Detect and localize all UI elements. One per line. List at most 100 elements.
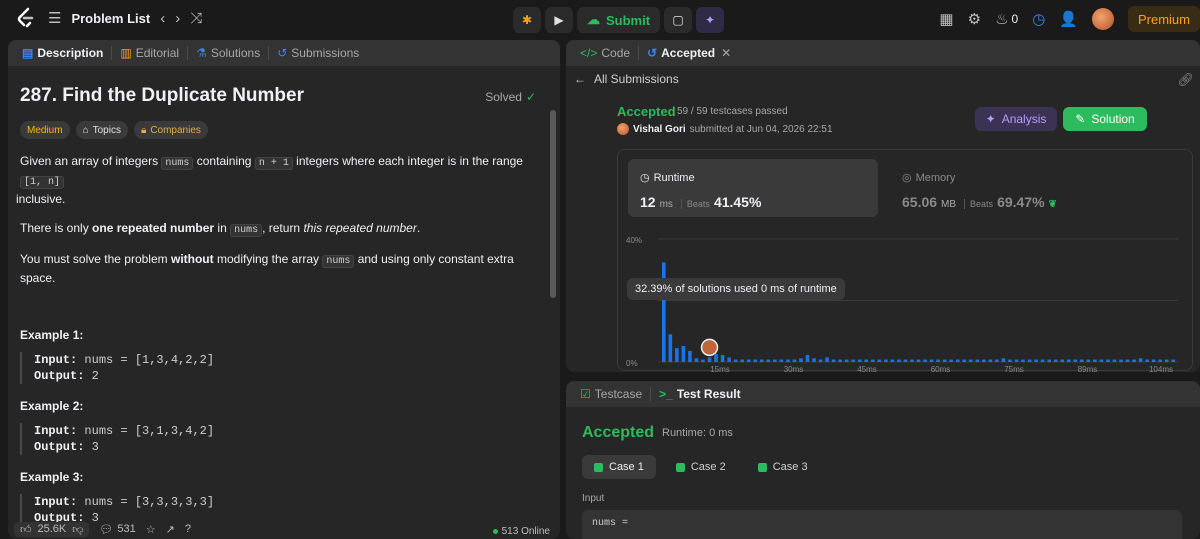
arrow-left-icon: ←	[574, 72, 586, 86]
tab-divider	[111, 46, 113, 60]
chart-bar	[857, 359, 862, 362]
thumbs-down-icon[interactable]: 👎︎	[72, 523, 83, 536]
analysis-button[interactable]: ✦ Analysis	[975, 107, 1057, 131]
case-tabs: Case 1 Case 2 Case 3	[582, 455, 820, 479]
chart-bar	[1158, 359, 1162, 362]
chart-bar	[1145, 359, 1149, 362]
tab-testcase[interactable]: ☑ Testcase	[576, 387, 646, 401]
solved-badge: Solved ✓	[485, 90, 536, 104]
case-tab-1[interactable]: Case 1	[582, 455, 656, 479]
tag-icon: ⌂	[82, 124, 89, 136]
companies-chip[interactable]: 🔒︎ Companies	[133, 121, 208, 139]
ai-button[interactable]: ✦	[696, 7, 725, 33]
online-indicator: 513 Online	[492, 526, 550, 537]
chart-bar	[799, 358, 803, 362]
chart-bar	[1014, 359, 1019, 362]
case-tab-3[interactable]: Case 3	[746, 455, 820, 479]
chart-bar	[975, 359, 980, 362]
example-output: Output: 2	[34, 368, 540, 384]
share-icon[interactable]: ↗	[166, 523, 175, 536]
history-icon: ↺	[277, 46, 288, 60]
runtime-beats: 41.45%	[713, 194, 762, 210]
inline-code: [1, n]	[20, 176, 65, 189]
chevron-left-icon[interactable]: ‹	[160, 10, 165, 27]
chart-bar	[759, 359, 764, 362]
runtime-card[interactable]: ◷ Runtime 12 ms Beats 41.45%	[628, 159, 878, 217]
chart-bar	[753, 359, 758, 362]
close-icon[interactable]: ✕	[721, 46, 731, 60]
text: integers where each integer is in the ra…	[292, 154, 523, 168]
case-tab-2[interactable]: Case 2	[664, 455, 738, 479]
tab-test-result[interactable]: >_ Test Result	[655, 387, 744, 401]
gear-icon[interactable]: ⚙	[968, 10, 981, 28]
layout-icon[interactable]: ▦	[939, 10, 953, 28]
back-to-submissions[interactable]: ← All Submissions	[574, 72, 679, 86]
add-user-icon[interactable]: 👤	[1059, 10, 1078, 28]
memory-card[interactable]: ◎ Memory 65.06 MB Beats 69.47% ❦	[890, 159, 1140, 217]
notes-button[interactable]: ▢	[664, 7, 693, 33]
topbar-center: ✱ ▶ ☁ Submit ▢ ✦	[513, 7, 725, 33]
chart-bar	[1171, 359, 1176, 362]
top-navbar: ☰ Problem List ‹ › ⤨ ✱ ▶ ☁ Submit ▢ ✦ ▦ …	[0, 0, 1200, 38]
tab-solutions[interactable]: ⚗ Solutions	[192, 46, 264, 60]
problem-list-link[interactable]: Problem List	[71, 11, 150, 26]
chart-bar	[1099, 359, 1104, 362]
premium-button[interactable]: Premium	[1127, 6, 1200, 32]
avatar	[617, 123, 629, 135]
x-tick-label: 30ms	[784, 365, 804, 372]
check-circle-icon: ✓	[525, 90, 536, 104]
chart-bar	[714, 354, 718, 362]
chart-bar	[1119, 359, 1123, 362]
example-title: Example 3:	[20, 470, 84, 484]
tab-label: Test Result	[676, 387, 741, 401]
topics-chip[interactable]: ⌂ Topics	[75, 121, 128, 139]
avatar[interactable]	[1091, 8, 1114, 30]
debug-button[interactable]: ✱	[513, 7, 541, 33]
chart-bar	[910, 359, 914, 362]
problem-title: 287. Find the Duplicate Number	[20, 85, 304, 106]
leetcode-logo-icon[interactable]	[14, 6, 38, 30]
list-icon[interactable]: ☰	[48, 9, 61, 27]
tab-editorial[interactable]: ▥ Editorial	[116, 46, 183, 60]
run-button[interactable]: ▶	[545, 7, 573, 33]
shuffle-icon[interactable]: ⤨	[190, 10, 202, 27]
chart-bar	[1106, 359, 1110, 362]
tab-description[interactable]: ▤ Description	[18, 46, 107, 60]
chart-bar	[675, 348, 679, 362]
y-tick-label: 0%	[626, 359, 638, 368]
desc-paragraph-3: You must solve the problem without modif…	[20, 251, 540, 287]
user-name[interactable]: Vishal Gori	[633, 124, 686, 135]
chart-bar	[864, 359, 869, 362]
chart-bar	[1138, 358, 1143, 362]
check-icon	[675, 462, 685, 472]
solution-button[interactable]: ✎ Solution	[1063, 107, 1147, 131]
tab-divider	[650, 387, 652, 401]
scrollbar[interactable]	[550, 110, 556, 298]
help-icon[interactable]: ?	[185, 523, 191, 535]
tab-submissions[interactable]: ↺ Submissions	[273, 46, 363, 60]
chevron-right-icon[interactable]: ›	[175, 10, 180, 27]
play-icon: ▶	[554, 13, 564, 27]
chart-bar	[1040, 359, 1045, 362]
star-icon[interactable]: ☆	[146, 523, 156, 536]
document-icon: ▤	[22, 46, 34, 60]
cloud-upload-icon: ☁	[587, 12, 600, 27]
lock-icon: 🔒︎	[140, 124, 147, 136]
chart-bar	[890, 359, 895, 362]
output-label: Output:	[34, 440, 85, 454]
difficulty-chip[interactable]: Medium	[20, 121, 70, 139]
text: There is only	[20, 221, 93, 235]
link-icon[interactable]: 🔗︎	[1177, 72, 1194, 88]
timer-icon[interactable]: ◷	[1032, 10, 1045, 28]
streak[interactable]: ♨ 0	[995, 10, 1018, 28]
comments-button[interactable]: 💬︎ 531	[99, 523, 135, 536]
memory-value: 65.06	[902, 194, 938, 210]
text: , return	[262, 221, 304, 235]
tab-label: Editorial	[135, 46, 180, 60]
tab-code[interactable]: </> Code	[576, 46, 634, 60]
book-icon: ▥	[120, 46, 132, 60]
online-dot	[492, 529, 498, 534]
thumbs-up-icon[interactable]: 👍︎	[20, 523, 32, 536]
tab-accepted[interactable]: ↺ Accepted ✕	[643, 46, 735, 60]
submit-button[interactable]: ☁ Submit	[577, 7, 661, 33]
